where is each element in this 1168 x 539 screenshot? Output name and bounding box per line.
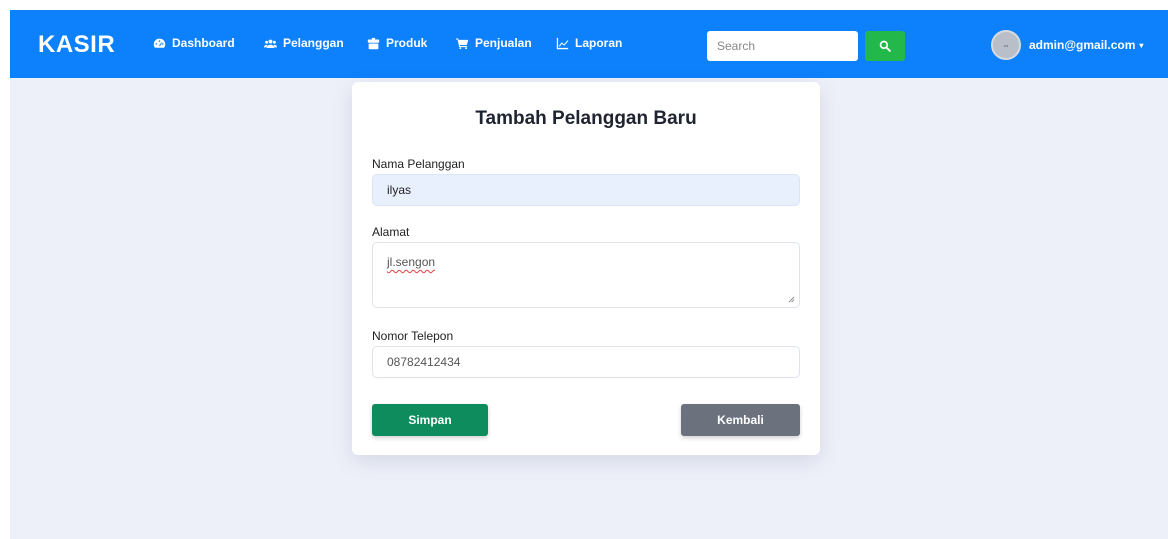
nav-produk[interactable]: Produk [367,36,427,50]
brand-logo[interactable]: KASIR [38,31,115,59]
user-email: admin@gmail.com [1029,38,1136,52]
search-icon [879,40,891,52]
nav-penjualan[interactable]: Penjualan [456,36,532,50]
nav-laporan-label: Laporan [575,36,623,50]
tachometer-icon [153,38,166,48]
name-input[interactable]: ilyas [372,174,800,206]
nav-penjualan-label: Penjualan [475,36,532,50]
resize-grip-icon[interactable] [788,296,795,303]
search-button[interactable] [865,31,905,61]
users-icon [264,39,277,48]
phone-label: Nomor Telepon [372,329,454,343]
app-frame: KASIR Dashboard Pelanggan Produk Penjual… [10,10,1168,539]
add-customer-card: Tambah Pelanggan Baru Nama Pelanggan ily… [352,82,820,455]
caret-down-icon: ▾ [1139,40,1144,50]
nav-laporan[interactable]: Laporan [556,36,622,50]
name-label: Nama Pelanggan [372,157,465,171]
save-button[interactable]: Simpan [372,404,488,436]
address-value: jl.sengon [387,255,436,269]
nav-dashboard-label: Dashboard [172,36,235,50]
box-icon [367,37,380,49]
address-textarea[interactable]: jl.sengon [372,242,800,308]
back-button[interactable]: Kembali [681,404,800,436]
navbar: KASIR Dashboard Pelanggan Produk Penjual… [10,10,1168,78]
user-menu[interactable]: ••• admin@gmail.com ▾ [991,30,1143,60]
avatar: ••• [991,30,1021,60]
address-label: Alamat [372,225,410,239]
search-input[interactable] [707,31,858,61]
page-title: Tambah Pelanggan Baru [475,108,697,129]
cart-icon [456,37,469,49]
chart-line-icon [556,37,569,49]
nav-produk-label: Produk [386,36,428,50]
nav-pelanggan[interactable]: Pelanggan [264,36,344,50]
nav-pelanggan-label: Pelanggan [283,36,344,50]
phone-input[interactable]: 08782412434 [372,346,800,378]
nav-dashboard[interactable]: Dashboard [153,36,235,50]
